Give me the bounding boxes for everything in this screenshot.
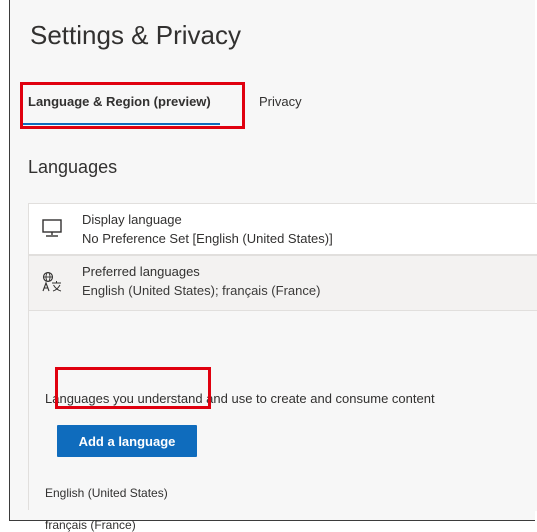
tab-bar: Language & Region (preview) Privacy [10, 82, 535, 128]
preferred-languages-section: Preferred languages English (United Stat… [28, 255, 537, 532]
tab-language-region[interactable]: Language & Region (preview) [28, 82, 211, 122]
language-icon [42, 271, 62, 292]
settings-panel: Settings & Privacy Language & Region (pr… [9, 0, 537, 532]
preferred-languages-title: Preferred languages [82, 264, 200, 279]
display-language-value: No Preference Set [English (United State… [82, 231, 333, 246]
preferred-languages-description: Languages you understand and use to crea… [45, 391, 435, 406]
monitor-icon [42, 219, 62, 237]
display-language-title: Display language [82, 212, 182, 227]
add-language-button[interactable]: Add a language [57, 425, 197, 457]
tab-selected-indicator [20, 123, 220, 125]
language-list-item: français (France) [45, 518, 136, 532]
preferred-languages-body: Languages you understand and use to crea… [29, 310, 537, 532]
language-list-item: English (United States) [45, 486, 168, 500]
page-title: Settings & Privacy [30, 20, 241, 50]
tab-privacy[interactable]: Privacy [259, 82, 302, 122]
section-title-languages: Languages [28, 157, 118, 177]
display-language-row[interactable]: Display language No Preference Set [Engl… [28, 203, 537, 255]
preferred-languages-value: English (United States); français (Franc… [82, 283, 321, 298]
